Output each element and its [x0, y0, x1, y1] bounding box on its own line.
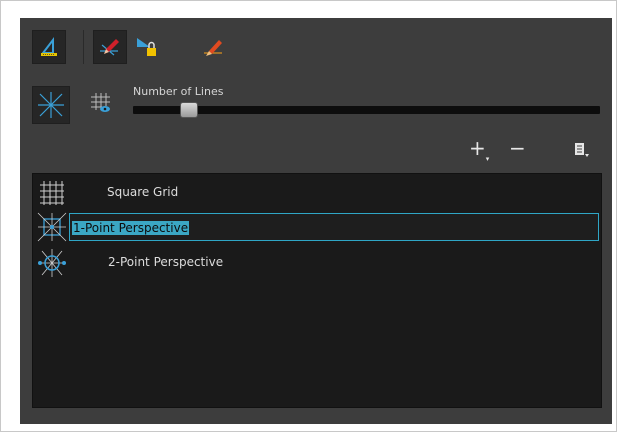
guide-name-edit-field[interactable]: 1-Point Perspective [69, 213, 599, 241]
two-point-perspective-icon [38, 249, 66, 277]
guides-list: Square Grid 1-Point Perspective 2-Point … [32, 173, 602, 408]
guide-name: Square Grid [107, 185, 179, 199]
pen-icon [100, 39, 119, 56]
brush-icon [204, 40, 222, 56]
guide-name: 2-Point Perspective [108, 255, 224, 269]
lock-icon [137, 38, 156, 56]
menu-icon [575, 143, 589, 157]
toolbar-separator [83, 30, 84, 64]
add-guide-button[interactable]: +▾ [469, 138, 489, 169]
guide-menu-button[interactable] [573, 141, 589, 161]
slider-thumb[interactable] [180, 102, 199, 118]
guide-row-square-grid[interactable]: Square Grid [33, 176, 601, 210]
guides-panel: Number of Lines +▾ − Square Grid 1-Point… [20, 18, 612, 424]
guide-name-selected-text: 1-Point Perspective [72, 221, 190, 235]
perspective-ruler-button[interactable] [32, 30, 66, 64]
align-brush-button[interactable] [197, 30, 231, 64]
one-point-perspective-icon [37, 212, 67, 242]
guide-row-one-point-perspective[interactable]: 1-Point Perspective [33, 210, 601, 244]
number-of-lines-slider[interactable] [133, 106, 600, 114]
lock-guide-button[interactable] [130, 30, 164, 64]
grid-eye-icon [91, 93, 110, 112]
ruler-icon [40, 37, 57, 56]
show-guide-lines-button[interactable] [32, 86, 70, 124]
remove-guide-button[interactable]: − [509, 138, 526, 158]
vanishing-lines-icon [38, 92, 64, 118]
square-grid-icon [40, 181, 64, 205]
guide-row-two-point-perspective[interactable]: 2-Point Perspective [33, 246, 601, 280]
window-frame: Number of Lines +▾ − Square Grid 1-Point… [0, 0, 617, 432]
number-of-lines-label: Number of Lines [133, 85, 224, 98]
show-grid-button[interactable] [86, 88, 116, 118]
draw-guide-button[interactable] [93, 30, 127, 64]
